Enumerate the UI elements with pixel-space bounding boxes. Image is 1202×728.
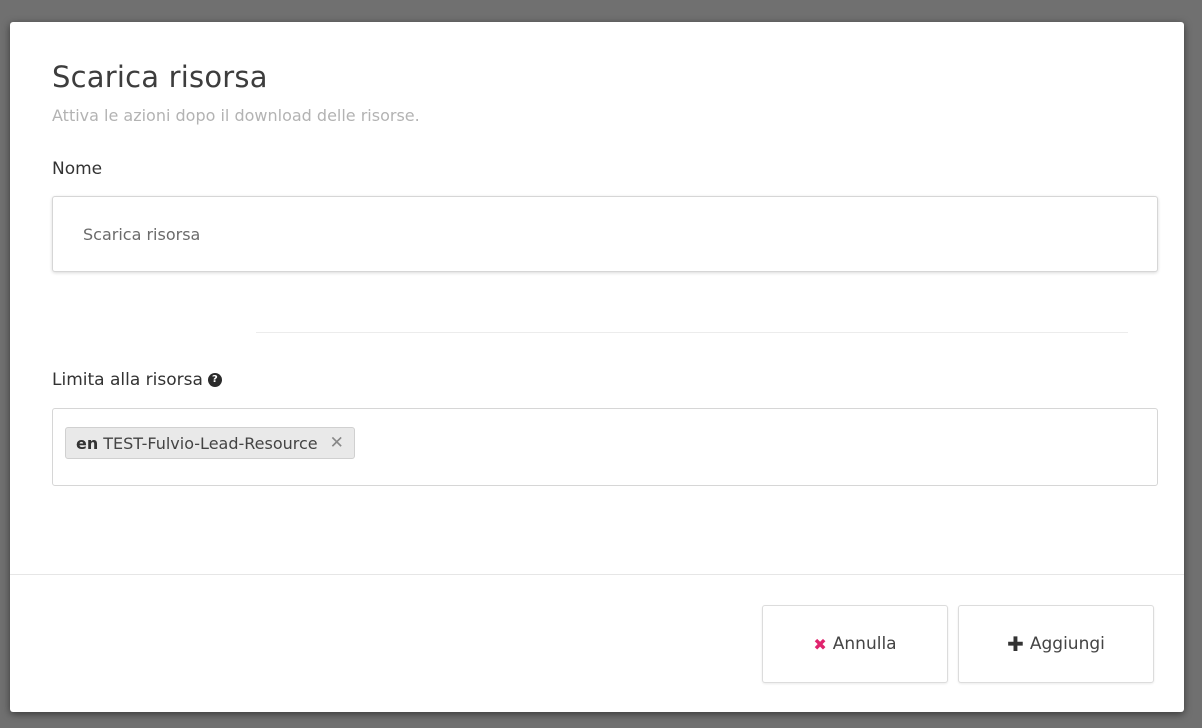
cancel-button[interactable]: ✖ Annulla — [762, 605, 948, 683]
plus-icon: ✚ — [1007, 632, 1024, 656]
section-divider — [256, 332, 1128, 333]
remove-tag-icon[interactable]: ✕ — [330, 433, 344, 453]
modal-title: Scarica risorsa — [52, 60, 268, 94]
add-action-modal: Scarica risorsa Attiva le azioni dopo il… — [10, 22, 1184, 712]
name-label: Nome — [52, 159, 103, 179]
resource-select[interactable]: en TEST-Fulvio-Lead-Resource ✕ — [52, 408, 1158, 486]
cancel-button-label: Annulla — [832, 634, 897, 654]
modal-subtitle: Attiva le azioni dopo il download delle … — [52, 106, 420, 125]
limit-resource-label: Limita alla risorsa ? — [52, 370, 222, 390]
footer-divider — [10, 574, 1184, 575]
name-input[interactable] — [52, 196, 1158, 272]
tag-resource-name: TEST-Fulvio-Lead-Resource — [103, 433, 318, 453]
add-button[interactable]: ✚ Aggiungi — [958, 605, 1154, 683]
tag-language: en — [76, 433, 99, 453]
times-icon: ✖ — [813, 634, 827, 654]
limit-resource-label-text: Limita alla risorsa — [52, 370, 203, 390]
question-circle-icon[interactable]: ? — [207, 373, 222, 387]
add-button-label: Aggiungi — [1029, 634, 1105, 654]
selected-resource-tag: en TEST-Fulvio-Lead-Resource ✕ — [65, 427, 355, 459]
